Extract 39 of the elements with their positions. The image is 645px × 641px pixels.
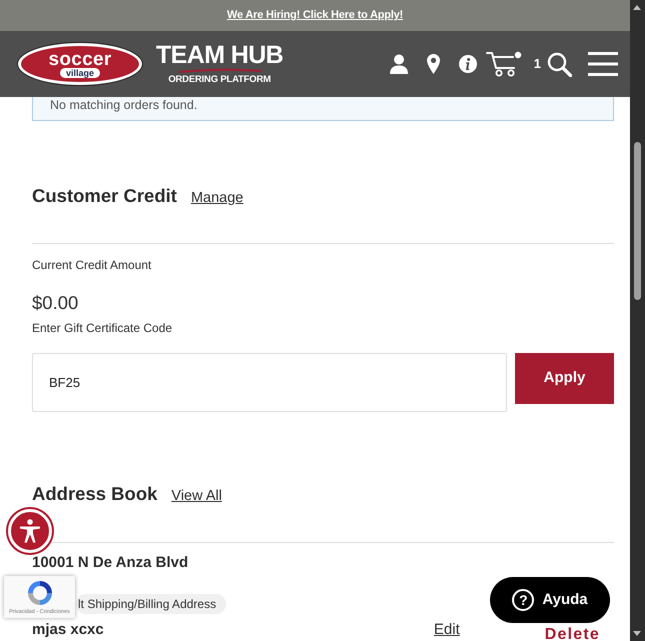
delete-link[interactable]: Delete <box>544 627 600 641</box>
site-title: TEAM HUB <box>156 42 284 68</box>
scroll-down-icon[interactable] <box>633 631 641 636</box>
search-icon[interactable] <box>547 52 572 76</box>
site-subtitle: ORDERING PLATFORM <box>168 74 271 86</box>
help-icon: ? <box>512 589 534 611</box>
orders-message: No matching orders found. <box>50 98 198 112</box>
gift-code-field[interactable]: BF25 <box>32 353 507 412</box>
logo-subtext: village <box>60 68 100 78</box>
scrollbar[interactable] <box>630 0 645 641</box>
accessibility-icon <box>19 519 41 543</box>
cart-count: 1 <box>534 55 541 74</box>
apply-button[interactable]: Apply <box>515 353 614 404</box>
accessibility-button[interactable] <box>8 509 52 553</box>
scroll-up-icon[interactable] <box>633 5 641 10</box>
ring-icon <box>26 579 54 607</box>
menu-icon[interactable] <box>588 52 618 76</box>
swoosh-icon <box>178 68 262 73</box>
credit-amount: $0.00 <box>32 291 80 315</box>
help-label: Ayuda <box>542 590 588 610</box>
logo-text: soccer <box>48 50 112 68</box>
address-street: 10001 N De Anza Blvd <box>32 554 190 572</box>
scrollbar-thumb[interactable] <box>634 142 641 300</box>
section-title: Address Book <box>32 482 158 506</box>
gift-code-label: Enter Gift Certificate Code <box>32 320 174 336</box>
default-address-tag: lt Shipping/Billing Address <box>76 594 226 614</box>
address-name: mjas xcxc <box>32 621 104 639</box>
help-button[interactable]: ? Ayuda <box>490 577 610 623</box>
hiring-link[interactable]: We Are Hiring! Click Here to Apply! <box>227 7 403 24</box>
user-icon[interactable] <box>390 54 408 74</box>
logo[interactable]: soccer village <box>18 43 142 85</box>
info-icon[interactable] <box>458 55 477 73</box>
view-all-link[interactable]: View All <box>171 486 222 506</box>
cart-icon[interactable] <box>486 51 522 77</box>
edit-link[interactable]: Edit <box>434 621 460 639</box>
credit-label: Current Credit Amount <box>32 257 152 273</box>
manage-link[interactable]: Manage <box>190 188 244 208</box>
section-title: Customer Credit <box>32 184 177 208</box>
location-pin-icon[interactable] <box>426 54 440 74</box>
